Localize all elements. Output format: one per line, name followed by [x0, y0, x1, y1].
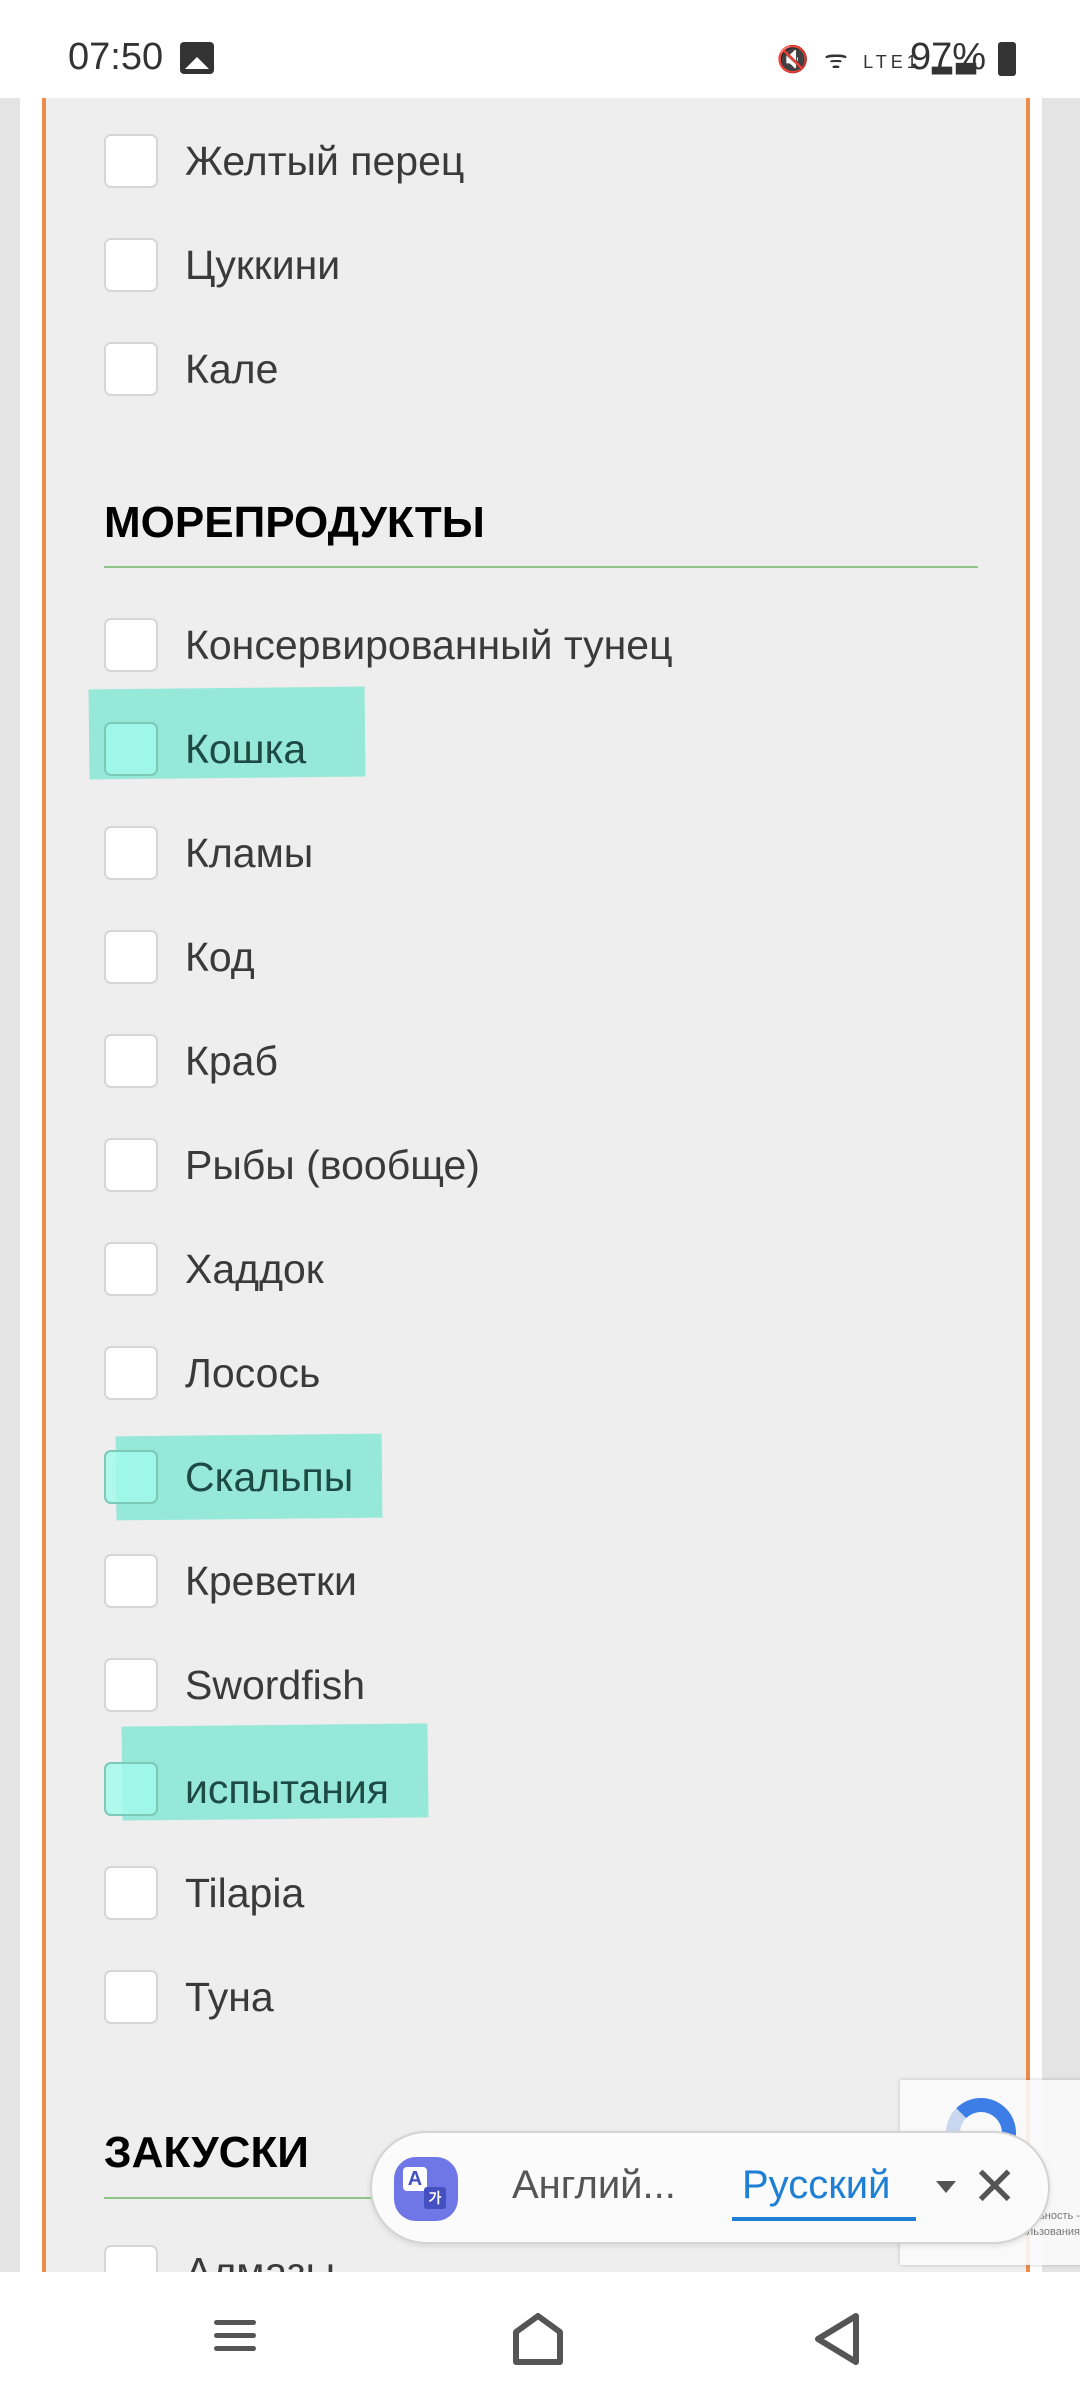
checkbox-item[interactable]: Хаддок	[104, 1239, 324, 1299]
checkbox-label[interactable]: Хаддок	[185, 1246, 324, 1293]
section-heading-seafood: МОРЕПРОДУКТЫ	[104, 498, 485, 547]
checkbox[interactable]	[104, 1658, 158, 1712]
checkbox-label[interactable]: Кламы	[185, 830, 313, 877]
clock: 07:50	[68, 36, 164, 78]
checkbox-item[interactable]: Туна	[104, 1967, 274, 2027]
checkbox[interactable]	[104, 826, 158, 880]
recent-apps-icon[interactable]	[214, 2320, 256, 2359]
checkbox-item[interactable]: Креветки	[104, 1551, 357, 1611]
checkbox[interactable]	[104, 722, 158, 776]
checkbox[interactable]	[104, 238, 158, 292]
source-language-tab[interactable]: Англий...	[512, 2163, 676, 2208]
checkbox-label[interactable]: Лосось	[185, 1350, 320, 1397]
section-heading-snacks: ЗАКУСКИ	[104, 2128, 309, 2177]
checkbox-item[interactable]: Кошка	[104, 719, 306, 779]
page-margin	[1030, 98, 1042, 2272]
checkbox[interactable]	[104, 930, 158, 984]
target-language-tab[interactable]: Русский	[742, 2163, 890, 2208]
checkbox[interactable]	[104, 2245, 158, 2272]
checkbox[interactable]	[104, 1034, 158, 1088]
checkbox-item[interactable]: Лосось	[104, 1343, 320, 1403]
checkbox-item[interactable]: испытания	[104, 1759, 389, 1819]
checkbox-label[interactable]: Цуккини	[185, 242, 340, 289]
checkbox-label[interactable]: Кале	[185, 346, 278, 393]
checkbox-item[interactable]: Краб	[104, 1031, 278, 1091]
divider	[104, 566, 978, 568]
checkbox[interactable]	[104, 1450, 158, 1504]
checkbox[interactable]	[104, 1138, 158, 1192]
checkbox-item[interactable]: Скальпы	[104, 1447, 353, 1507]
checkbox-item[interactable]: Алмазы	[104, 2242, 335, 2272]
checkbox-label[interactable]: Креветки	[185, 1558, 357, 1605]
checkbox[interactable]	[104, 1346, 158, 1400]
checkbox-label[interactable]: Краб	[185, 1038, 278, 1085]
navigation-bar	[0, 2272, 1080, 2400]
checkbox[interactable]	[104, 1970, 158, 2024]
checkbox-label[interactable]: Алмазы	[185, 2249, 335, 2273]
translate-icon[interactable]: A가	[394, 2157, 458, 2221]
checkbox[interactable]	[104, 1554, 158, 1608]
checkbox-label[interactable]: Туна	[185, 1974, 274, 2021]
back-icon[interactable]	[812, 2312, 864, 2366]
page-margin	[20, 98, 42, 2272]
active-tab-indicator	[732, 2217, 916, 2221]
battery-icon	[998, 42, 1016, 76]
checkbox[interactable]	[104, 134, 158, 188]
checkbox-label[interactable]: Скальпы	[185, 1454, 353, 1501]
checkbox-item[interactable]: Рыбы (вообще)	[104, 1135, 480, 1195]
checkbox[interactable]	[104, 1242, 158, 1296]
checkbox-item[interactable]: Консервированный тунец	[104, 615, 673, 675]
checkbox-label[interactable]: Swordfish	[185, 1662, 365, 1709]
checkbox-item[interactable]: Кламы	[104, 823, 313, 883]
checkbox[interactable]	[104, 342, 158, 396]
checkbox[interactable]	[104, 618, 158, 672]
gallery-icon	[180, 42, 214, 74]
checkbox-label[interactable]: Tilapia	[185, 1870, 304, 1917]
translate-bar: A가 Англий... Русский ✕	[370, 2131, 1050, 2244]
checkbox-label[interactable]: Консервированный тунец	[185, 622, 673, 669]
checkbox-item[interactable]: Swordfish	[104, 1655, 365, 1715]
checkbox-label[interactable]: Код	[185, 934, 255, 981]
checkbox-item[interactable]: Цуккини	[104, 235, 340, 295]
dropdown-icon[interactable]	[936, 2181, 956, 2193]
checkbox-item[interactable]: Tilapia	[104, 1863, 304, 1923]
checkbox-label[interactable]: испытания	[185, 1766, 389, 1813]
home-icon[interactable]	[512, 2312, 564, 2366]
checkbox-item[interactable]: Желтый перец	[104, 131, 464, 191]
checkbox-item[interactable]: Кале	[104, 339, 278, 399]
checkbox-label[interactable]: Рыбы (вообще)	[185, 1142, 480, 1189]
close-icon[interactable]: ✕	[972, 2157, 1017, 2217]
checkbox-label[interactable]: Кошка	[185, 726, 306, 773]
checkbox-item[interactable]: Код	[104, 927, 255, 987]
checkbox-label[interactable]: Желтый перец	[185, 138, 464, 185]
ingredient-panel[interactable]: Желтый перец Цуккини Кале Консервированный …	[42, 98, 1030, 2272]
checkbox[interactable]	[104, 1762, 158, 1816]
checkbox[interactable]	[104, 1866, 158, 1920]
status-bar: 07:50 🔇 ᯤ LTE1 ▂▃ 97%	[0, 0, 1080, 98]
battery-percent: 97%	[909, 36, 986, 78]
